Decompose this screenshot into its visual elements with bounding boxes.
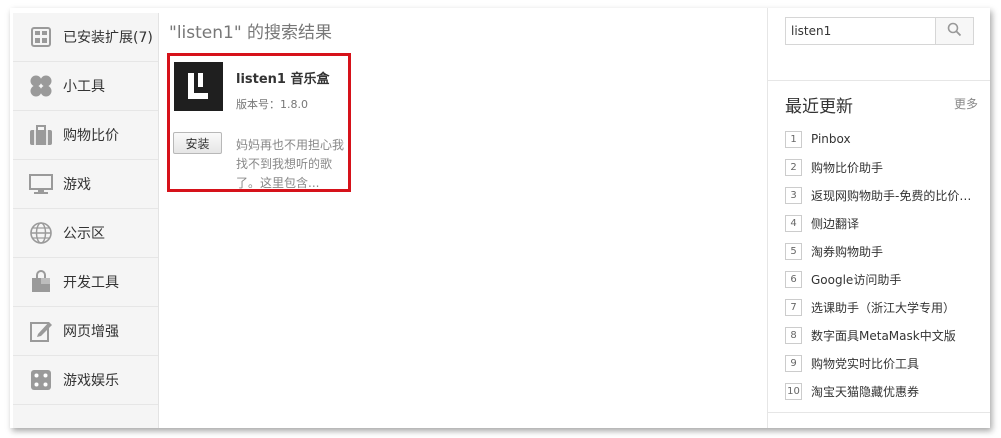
extension-card[interactable]: listen1 音乐盒 版本号：1.8.0 安装 妈妈再也不用担心我找不到我想听… <box>167 53 351 192</box>
list-item-label[interactable]: Pinbox <box>811 132 851 146</box>
list-item[interactable]: 5 淘券购物助手 <box>785 237 985 265</box>
sidebar-item-games[interactable]: 游戏 <box>13 160 158 209</box>
rank-number: 9 <box>785 354 802 372</box>
shopping-bag-icon <box>29 270 53 294</box>
listen1-logo-icon <box>174 62 223 111</box>
list-item-label[interactable]: 购物党实时比价工具 <box>811 355 919 372</box>
recent-updates-list: 1 Pinbox 2 购物比价助手 3 返现网购物助手-免费的比价… 4 侧边翻译 5淘… <box>785 125 985 405</box>
search-box <box>785 17 974 45</box>
sidebar-item-notice[interactable]: 公示区 <box>13 209 158 258</box>
right-panel: 最近更新 更多 1Pinbox 2购物比价助手 3返现网购物助手-免费的比价… … <box>767 8 990 428</box>
sidebar-item-devtools[interactable]: 开发工具 <box>13 258 158 307</box>
sidebar-item-label: 开发工具 <box>63 275 119 291</box>
list-item[interactable]: 3 返现网购物助手-免费的比价… <box>785 181 985 209</box>
list-item-label[interactable]: 淘券购物助手 <box>811 243 883 260</box>
search-results-area: "listen1" 的搜索结果 listen1 音乐盒 版本号：1.8.0 安装… <box>159 8 767 428</box>
more-link[interactable]: 更多 <box>954 95 978 112</box>
rank-number: 3 <box>785 186 802 204</box>
list-item[interactable]: 6 Google访问助手 <box>785 265 985 293</box>
briefcase-icon <box>29 123 53 147</box>
clover-icon <box>29 74 53 98</box>
list-item-label[interactable]: 返现网购物助手-免费的比价… <box>811 187 971 204</box>
sidebar-item-label: 购物比价 <box>63 128 119 144</box>
extension-name[interactable]: listen1 音乐盒 <box>236 68 330 87</box>
list-item-label[interactable]: 购物比价助手 <box>811 159 883 176</box>
list-item-label[interactable]: 选课助手（浙江大学专用） <box>811 299 955 316</box>
list-item[interactable]: 1 Pinbox <box>785 125 985 153</box>
search-input[interactable] <box>786 18 936 44</box>
list-item-label[interactable]: 淘宝天猫隐藏优惠券 <box>811 383 919 400</box>
sidebar-item-entertainment[interactable]: 游戏娱乐 <box>13 356 158 405</box>
list-item[interactable]: 4 侧边翻译 <box>785 209 985 237</box>
search-button[interactable] <box>935 18 973 44</box>
list-item[interactable]: 9 购物党实时比价工具 <box>785 349 985 377</box>
rank-number: 5 <box>785 242 802 260</box>
rank-number: 1 <box>785 130 802 148</box>
sidebar-item-installed[interactable]: 已安装扩展(7) <box>13 13 158 62</box>
category-sidebar: 已安装扩展(7) 小工具 购物比价 游戏 公示区 开发工具 网页增强 游戏娱乐 <box>13 13 159 428</box>
list-item[interactable]: 10 淘宝天猫隐藏优惠券 <box>785 377 985 405</box>
rank-number: 4 <box>785 214 802 232</box>
globe-icon <box>29 221 53 245</box>
dice-icon <box>29 368 53 392</box>
sidebar-item-label: 公示区 <box>63 226 105 242</box>
sidebar-item-shopping[interactable]: 购物比价 <box>13 111 158 160</box>
list-item-label[interactable]: Google访问助手 <box>811 271 901 288</box>
recent-updates-title: 最近更新 <box>785 97 853 117</box>
rank-number: 6 <box>785 270 802 288</box>
divider <box>768 80 990 81</box>
list-item[interactable]: 7 选课助手（浙江大学专用） <box>785 293 985 321</box>
extension-version: 版本号：1.8.0 <box>236 98 308 111</box>
rank-number: 2 <box>785 158 802 176</box>
installed-grid-icon <box>29 25 53 49</box>
sidebar-item-label: 已安装扩展(7) <box>63 30 153 46</box>
sidebar-item-web-enhance[interactable]: 网页增强 <box>13 307 158 356</box>
extension-store-window: 已安装扩展(7) 小工具 购物比价 游戏 公示区 开发工具 网页增强 游戏娱乐 … <box>10 8 990 428</box>
list-item[interactable]: 2 购物比价助手 <box>785 153 985 181</box>
sidebar-item-label: 网页增强 <box>63 324 119 340</box>
edit-icon <box>29 319 53 343</box>
install-button[interactable]: 安装 <box>173 132 222 154</box>
rank-number: 7 <box>785 298 802 316</box>
monitor-icon <box>29 172 53 196</box>
sidebar-item-label: 小工具 <box>63 79 105 95</box>
search-result-title: "listen1" 的搜索结果 <box>169 23 333 43</box>
sidebar-item-label: 游戏娱乐 <box>63 373 119 389</box>
sidebar-item-tools[interactable]: 小工具 <box>13 62 158 111</box>
extension-description: 妈妈再也不用担心我找不到我想听的歌了。这里包含... <box>236 138 345 190</box>
search-icon <box>947 22 962 41</box>
list-item-label[interactable]: 数字面具MetaMask中文版 <box>811 327 956 344</box>
list-item[interactable]: 8 数字面具MetaMask中文版 <box>785 321 985 349</box>
divider <box>768 412 990 413</box>
rank-number: 10 <box>785 382 802 400</box>
list-item-label[interactable]: 侧边翻译 <box>811 215 859 232</box>
rank-number: 8 <box>785 326 802 344</box>
sidebar-item-label: 游戏 <box>63 177 91 193</box>
